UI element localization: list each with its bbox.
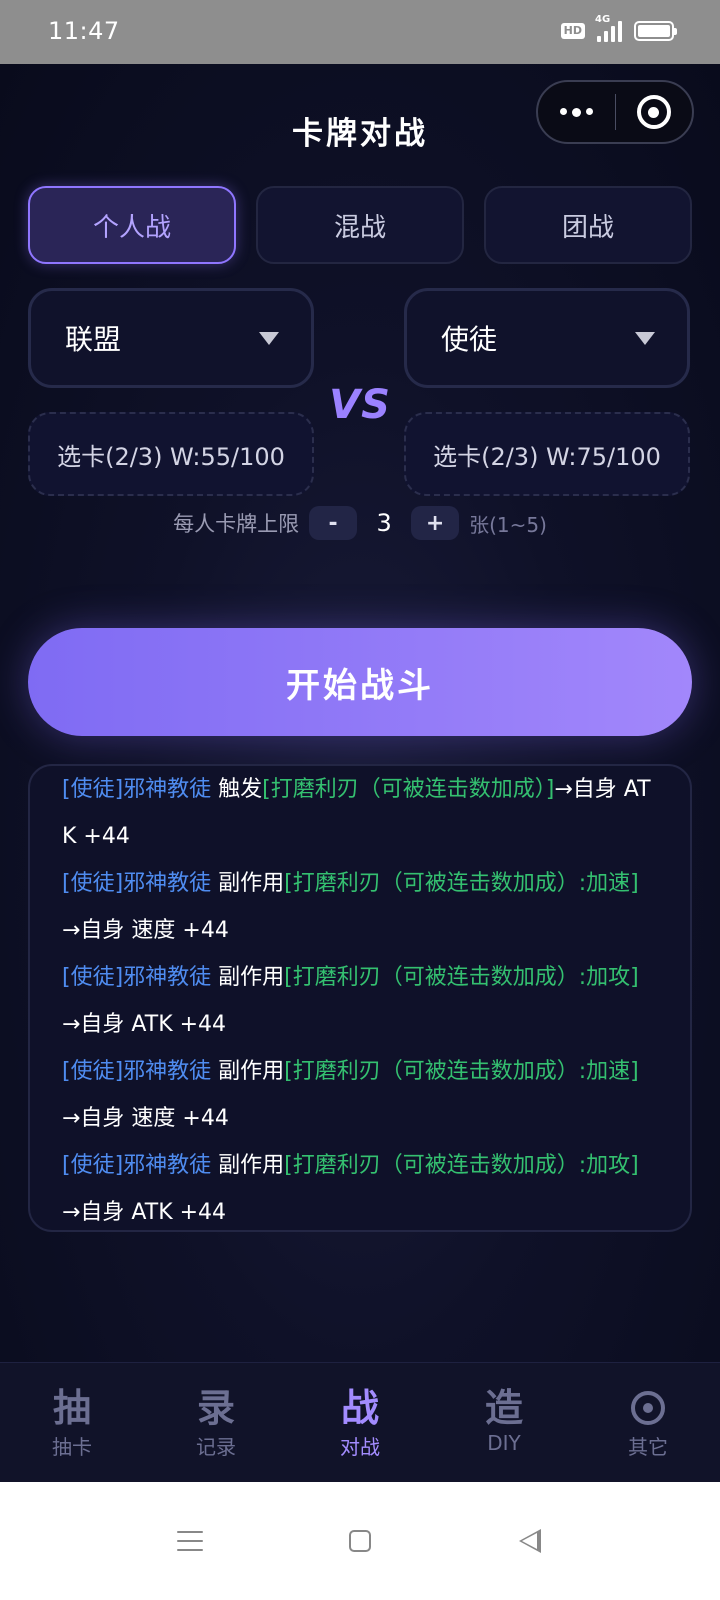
home-button[interactable] (275, 1530, 445, 1552)
tab-other[interactable]: 其它 (576, 1363, 720, 1482)
card-limit-unit: 张(1~5) (469, 512, 547, 537)
tab-team[interactable]: 团战 (484, 186, 692, 264)
right-faction-select[interactable]: 使徒 (404, 288, 690, 388)
more-icon[interactable] (538, 107, 615, 117)
increase-limit-button[interactable]: + (411, 506, 460, 540)
app-screen: 卡牌对战 个人战 混战 团战 联盟 使徒 VS 选卡(2/3) W:55/100… (0, 64, 720, 1510)
draw-icon: 抽 (52, 1386, 91, 1430)
status-bar: 11:47 HD 4G (0, 0, 720, 64)
tab-label: DIY (487, 1431, 521, 1455)
decrease-limit-button[interactable]: - (309, 506, 358, 540)
tab-label: 对战 (340, 1435, 380, 1459)
home-icon (349, 1530, 371, 1552)
battery-icon (634, 21, 677, 41)
back-icon (519, 1529, 541, 1553)
right-pick-cards-button[interactable]: 选卡(2/3) W:75/100 (404, 412, 690, 496)
tab-label: 记录 (196, 1435, 236, 1459)
records-icon: 录 (196, 1386, 235, 1430)
log-entry: [使徒]邪神教徒 副作用[打磨利刃（可被连击数加成）:加速]→自身 速度 +44 (62, 871, 639, 943)
menu-icon (177, 1531, 203, 1551)
mini-program-capsule (536, 80, 694, 144)
left-faction-value: 联盟 (65, 323, 122, 356)
tab-records[interactable]: 录 记录 (144, 1363, 288, 1482)
log-entry: [使徒]邪神教徒 副作用[打磨利刃（可被连击数加成）:加攻]→自身 ATK +4… (62, 1153, 639, 1225)
signal-icon: 4G (595, 14, 622, 42)
log-entry: [使徒]邪神教徒 副作用[打磨利刃（可被连击数加成）:加攻]→自身 ATK +4… (62, 965, 639, 1037)
left-faction-select[interactable]: 联盟 (28, 288, 314, 388)
log-entry: [使徒]邪神教徒 副作用[打磨利刃（可被连击数加成）:加速]→自身 速度 +44 (62, 1059, 639, 1131)
close-mini-program-icon[interactable] (616, 95, 693, 129)
tab-draw[interactable]: 抽 抽卡 (0, 1363, 144, 1482)
tab-melee[interactable]: 混战 (256, 186, 464, 264)
left-pick-cards-button[interactable]: 选卡(2/3) W:55/100 (28, 412, 314, 496)
right-faction-value: 使徒 (441, 323, 498, 356)
tab-battle[interactable]: 战 对战 (288, 1363, 432, 1482)
tab-label: 抽卡 (52, 1435, 92, 1459)
bottom-tab-bar: 抽 抽卡 录 记录 战 对战 造 DIY 其它 (0, 1362, 720, 1482)
mode-tabs: 个人战 混战 团战 (28, 186, 692, 264)
card-limit-value: 3 (376, 509, 392, 537)
gear-icon (631, 1391, 665, 1425)
battle-icon: 战 (340, 1386, 379, 1430)
tab-diy[interactable]: 造 DIY (432, 1363, 576, 1482)
recents-button[interactable] (105, 1531, 275, 1551)
back-button[interactable] (445, 1529, 615, 1553)
chevron-down-icon (635, 331, 655, 345)
diy-icon: 造 (484, 1386, 523, 1430)
log-entry: [使徒]邪神教徒 触发[打磨利刃（可被连击数加成）]→自身 ATK +44 (62, 777, 651, 849)
tab-individual[interactable]: 个人战 (28, 186, 236, 264)
card-limit-label: 每人卡牌上限 (173, 512, 300, 536)
battle-log[interactable]: [使徒]邪神教徒 触发[打磨利刃（可被连击数加成）]→自身 ATK +44 [使… (28, 764, 692, 1232)
system-nav-bar (0, 1482, 720, 1600)
start-battle-button[interactable]: 开始战斗 (28, 628, 692, 736)
status-icons: HD 4G (560, 14, 677, 42)
hd-icon: HD (560, 23, 585, 39)
card-limit-row: 每人卡牌上限 - 3 + 张(1~5) (0, 506, 720, 540)
chevron-down-icon (259, 331, 279, 345)
status-time: 11:47 (48, 17, 120, 45)
tab-label: 其它 (628, 1435, 668, 1459)
network-label: 4G (595, 14, 611, 25)
